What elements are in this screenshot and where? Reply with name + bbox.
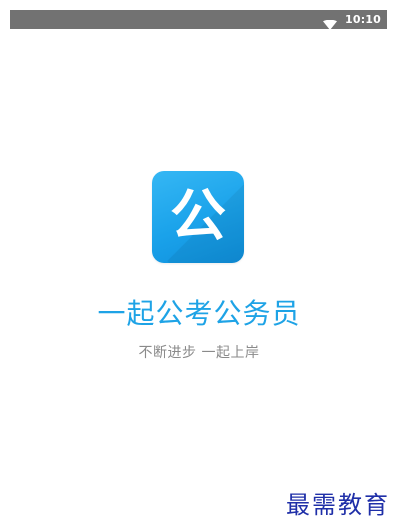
wifi-icon [322, 15, 337, 30]
splash-screen: 10:10 公 一起公考公务员 不断进步 一起上岸 最需教育 [0, 0, 400, 532]
watermark: 最需教育 [286, 491, 390, 519]
app-slogan: 不断进步 一起上岸 [138, 345, 260, 361]
status-time: 10:10 [344, 13, 381, 26]
top-margin [0, 0, 400, 9]
app-logo-icon: 公 [152, 171, 244, 263]
status-bar: 10:10 [10, 10, 387, 30]
app-logo-glyph: 公 [170, 184, 226, 249]
app-name-title: 一起公考公务员 [97, 297, 301, 330]
